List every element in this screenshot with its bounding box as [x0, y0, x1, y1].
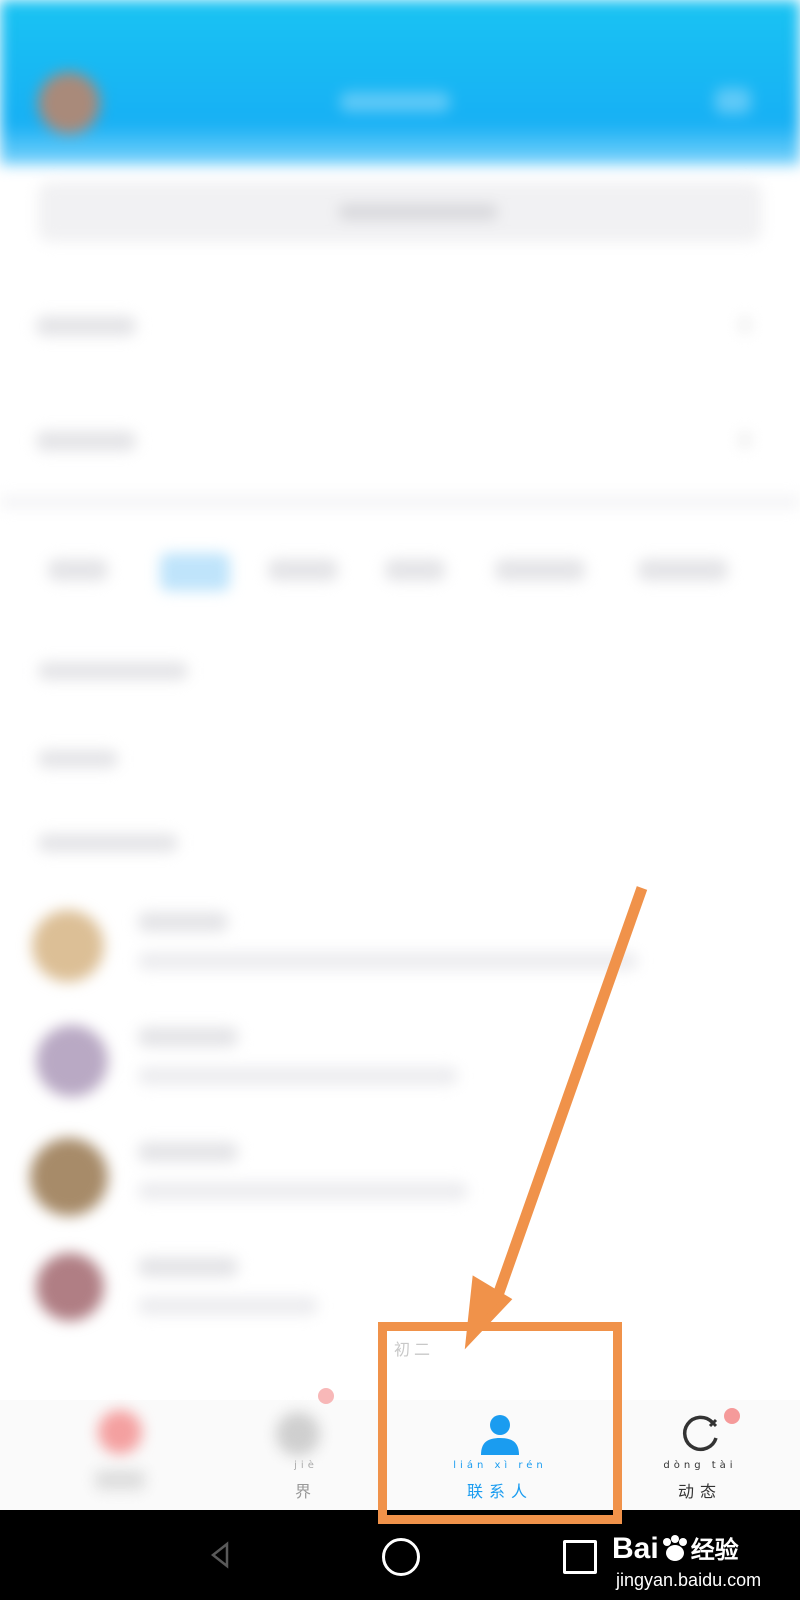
baidu-jingyan-watermark: Bai 经验 jingyan.baidu.com — [612, 1526, 792, 1598]
watermark-brand-suffix: 经验 — [690, 1537, 739, 1564]
annotation-highlight-box — [378, 1322, 622, 1524]
paw-icon — [659, 1534, 691, 1562]
watermark-url: jingyan.baidu.com — [616, 1570, 762, 1590]
watermark-brand: Bai — [612, 1532, 659, 1565]
